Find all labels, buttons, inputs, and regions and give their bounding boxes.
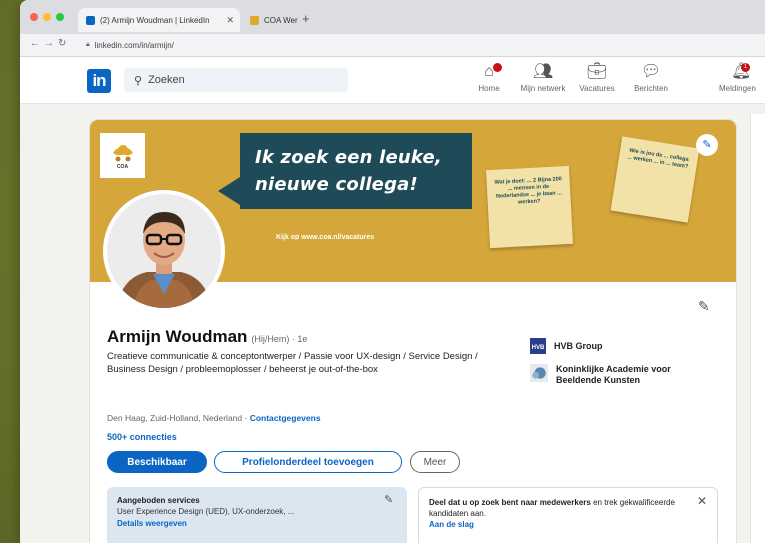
- network-icon: 👥︎: [532, 63, 554, 80]
- available-button[interactable]: Beschikbaar: [107, 451, 207, 473]
- reload-icon[interactable]: ↻: [58, 38, 66, 50]
- hiring-text: Deel dat u op zoek bent naar medewerkers…: [429, 497, 689, 519]
- forward-icon[interactable]: →: [44, 38, 54, 50]
- nav-label: Berichten: [634, 84, 668, 93]
- kabk-logo-icon: [530, 364, 548, 382]
- hiring-text-bold: Deel dat u op zoek bent naar medewerkers: [429, 498, 591, 507]
- profile-location: Den Haag, Zuid-Holland, Nederland · Cont…: [107, 413, 321, 423]
- profile-card: COA Ik zoek een leuke, nieuwe collega! K…: [90, 120, 736, 543]
- new-tab-button[interactable]: +: [302, 12, 310, 26]
- linkedin-header: in ⚲ Zoeken ⌂ Home 👥︎ Mijn netwerk 💼︎ Va…: [20, 57, 765, 104]
- browser-window: (2) Armijn Woudman | LinkedIn ✕ COA Werk…: [20, 0, 765, 543]
- maximize-window-button[interactable]: [56, 13, 64, 21]
- nav-label: Vacatures: [579, 84, 615, 93]
- linkedin-favicon-icon: [86, 15, 95, 25]
- lock-icon: 🔒︎: [86, 41, 90, 48]
- home-icon: ⌂: [463, 62, 515, 82]
- search-input[interactable]: ⚲ Zoeken: [124, 68, 348, 92]
- services-description: User Experience Design (UED), UX-onderzo…: [117, 507, 295, 516]
- linkedin-logo-icon[interactable]: in: [87, 69, 111, 93]
- name-text: Armijn Woudman: [107, 327, 248, 346]
- hiring-box: Deel dat u op zoek bent naar medewerkers…: [418, 487, 718, 543]
- profile-page: COA Ik zoek een leuke, nieuwe collega! K…: [20, 104, 765, 543]
- tab-coa[interactable]: COA Werken bij | COA Vacatures: [242, 8, 298, 32]
- location-text: Den Haag, Zuid-Holland, Nederland ·: [107, 413, 248, 423]
- banner-line-1: Ik zoek een leuke,: [255, 147, 442, 168]
- contact-info-link[interactable]: Contactgegevens: [250, 413, 321, 423]
- edit-services-icon[interactable]: ✎: [384, 493, 393, 506]
- coa-emblem-icon: [112, 145, 133, 162]
- more-button[interactable]: Meer: [410, 451, 460, 473]
- nav-label: Meldingen: [719, 84, 756, 93]
- nav-messaging[interactable]: 💬︎ Berichten: [625, 62, 677, 93]
- minimize-window-button[interactable]: [43, 13, 51, 21]
- connections-link[interactable]: 500+ connecties: [107, 432, 177, 442]
- services-title: Aangeboden services: [117, 496, 200, 505]
- notification-badge: 1: [741, 63, 750, 72]
- nav-jobs[interactable]: 💼︎ Vacatures: [571, 62, 623, 93]
- hvb-logo-icon: HVB: [530, 338, 546, 354]
- edit-intro-icon[interactable]: ✎: [698, 298, 710, 315]
- profile-name: Armijn Woudman (Hij/Hem) · 1e: [107, 327, 307, 347]
- briefcase-icon: 💼︎: [586, 63, 608, 80]
- banner-link-text: Kijk op www.coa.nl/vacatures: [276, 234, 375, 241]
- tab-title: (2) Armijn Woudman | LinkedIn: [100, 15, 210, 25]
- coa-logo: COA: [100, 133, 145, 178]
- company-hvb[interactable]: HVB HVB Group: [530, 338, 603, 354]
- banner-line-2: nieuwe collega!: [255, 174, 418, 195]
- message-icon: 💬︎: [640, 63, 662, 80]
- browser-toolbar: ← → ↻ 🔒︎ linkedin.com/in/armijn/: [20, 34, 765, 57]
- address-bar[interactable]: 🔒︎ linkedin.com/in/armijn/: [80, 37, 760, 53]
- services-box[interactable]: Aangeboden services User Experience Desi…: [107, 487, 407, 543]
- search-placeholder: Zoeken: [148, 74, 185, 86]
- search-icon: ⚲: [134, 74, 143, 87]
- coa-logo-text: COA: [116, 164, 129, 170]
- back-icon[interactable]: ←: [30, 38, 40, 50]
- company-name: Koninklijke Academie voor Beeldende Kuns…: [556, 364, 671, 385]
- close-window-button[interactable]: [30, 13, 38, 21]
- tab-strip: (2) Armijn Woudman | LinkedIn ✕ COA Werk…: [20, 0, 765, 34]
- nav-notifications[interactable]: 🔔︎ 1 Meldingen: [713, 62, 765, 93]
- company-name: HVB Group: [554, 341, 603, 351]
- profile-photo: [107, 194, 221, 308]
- nav-network[interactable]: 👥︎ Mijn netwerk: [517, 62, 569, 93]
- nav-label: Mijn netwerk: [520, 84, 566, 93]
- banner-speech-bubble: Ik zoek een leuke, nieuwe collega!: [218, 133, 472, 209]
- svg-text:HVB: HVB: [532, 345, 545, 351]
- add-profile-section-button[interactable]: Profielonderdeel toevoegen: [214, 451, 402, 473]
- url-text: linkedin.com/in/armijn/: [94, 40, 174, 50]
- nav-home[interactable]: ⌂ Home: [463, 62, 515, 93]
- company-kabk[interactable]: Koninklijke Academie voor Beeldende Kuns…: [530, 364, 710, 386]
- tab-title: COA Werken bij | COA Vacatures: [264, 15, 298, 25]
- right-rail: [750, 114, 765, 543]
- close-tab-icon[interactable]: ✕: [226, 15, 234, 26]
- sticky-note-1: Wat je doet: ... 2 Bijna 200 ... mensen …: [486, 165, 573, 249]
- bell-icon: 🔔︎ 1: [731, 63, 752, 80]
- coa-favicon-icon: [250, 15, 259, 25]
- avatar[interactable]: [107, 194, 221, 308]
- sticky-note-2: Wie is jou de ... collega ... werken ...…: [610, 136, 700, 223]
- tab-linkedin[interactable]: (2) Armijn Woudman | LinkedIn ✕: [78, 8, 240, 32]
- hiring-start-link[interactable]: Aan de slag: [429, 520, 474, 529]
- pronouns: (Hij/Hem) · 1e: [251, 334, 308, 344]
- nav-label: Home: [478, 84, 500, 93]
- close-icon[interactable]: ✕: [697, 494, 707, 508]
- edit-banner-icon[interactable]: ✎: [696, 134, 718, 156]
- services-details-link[interactable]: Details weergeven: [117, 519, 187, 528]
- profile-headline: Creatieve communicatie & conceptontwerpe…: [107, 351, 478, 375]
